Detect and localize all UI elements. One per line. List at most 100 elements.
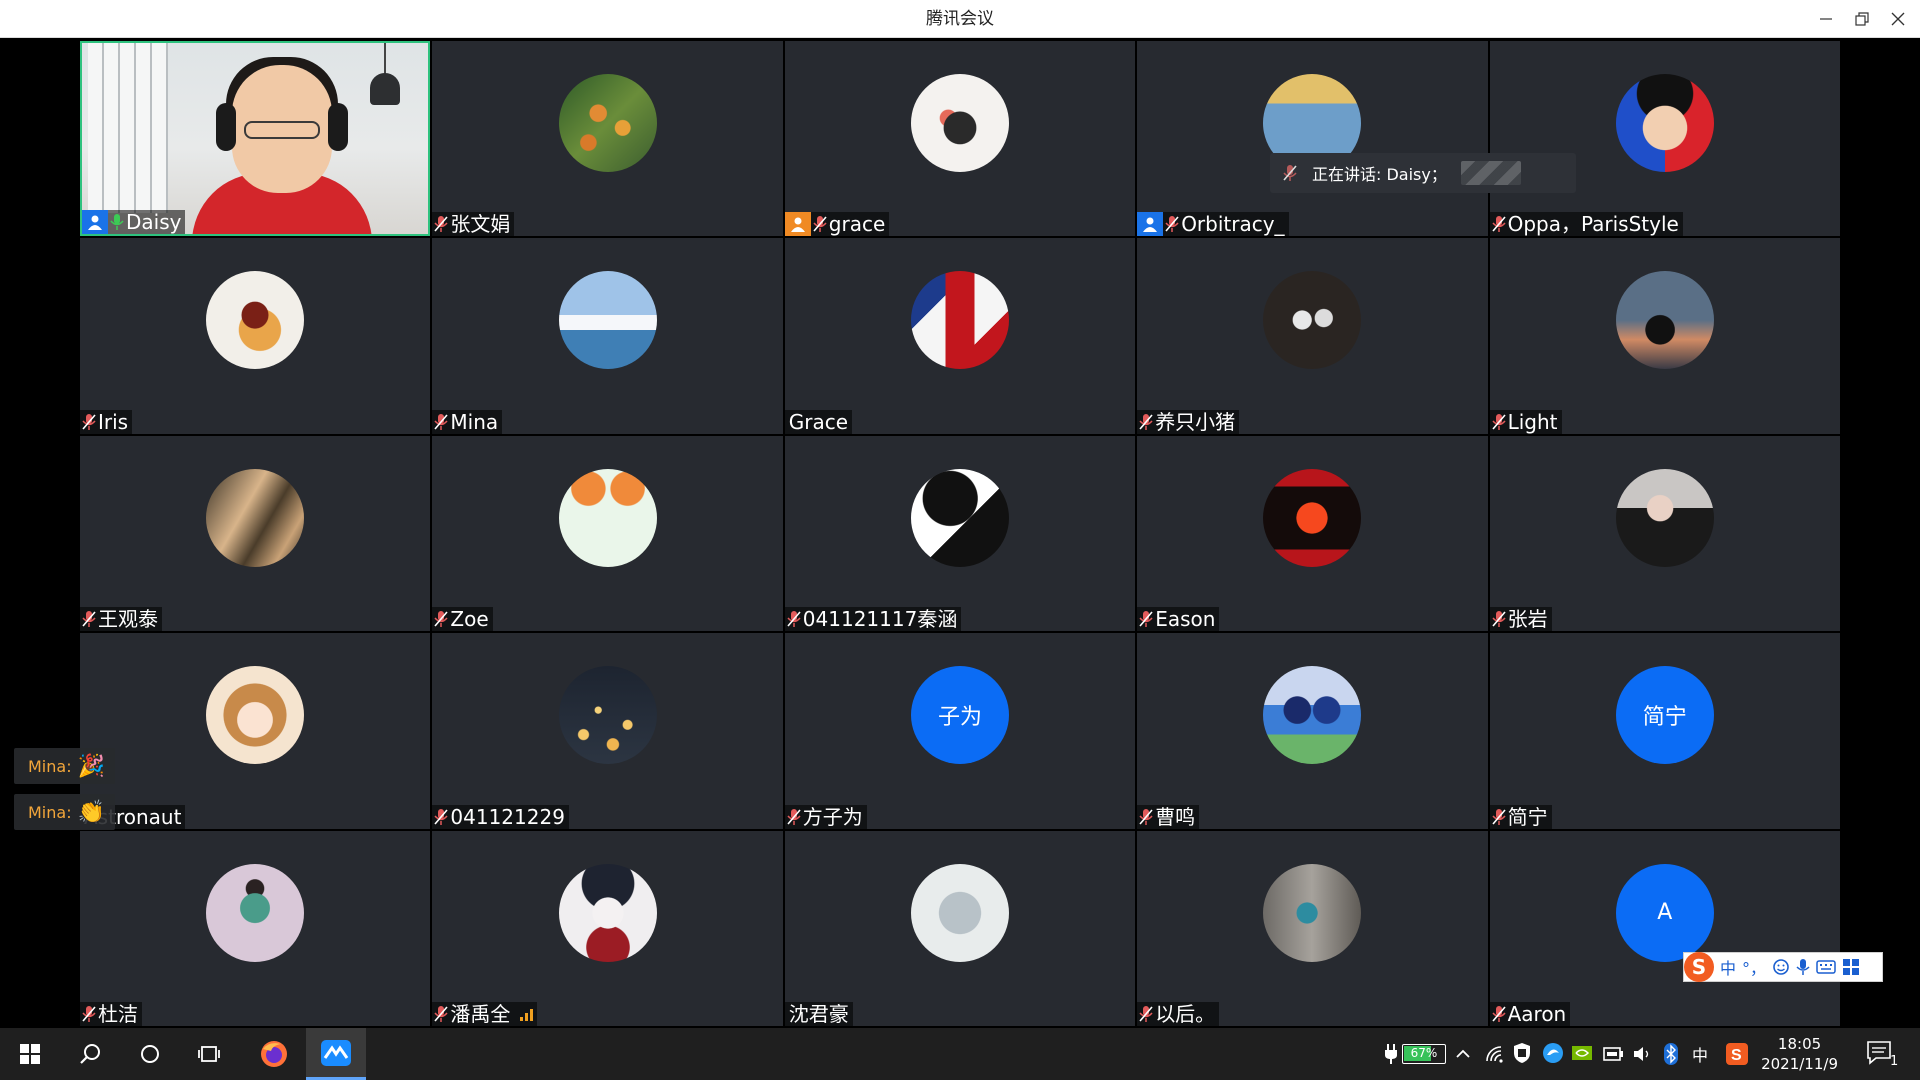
- mic-muted-icon: [787, 611, 801, 628]
- avatar: [206, 666, 305, 765]
- svg-text:S: S: [1731, 1047, 1742, 1064]
- participant-tile[interactable]: Oppa，ParisStyle: [1489, 41, 1840, 237]
- participant-tile[interactable]: 041121229: [432, 633, 783, 829]
- participant-tile[interactable]: Daisy: [80, 41, 431, 237]
- participant-tile[interactable]: 以后。: [1137, 830, 1488, 1026]
- blurred-name: [1460, 161, 1521, 185]
- action-center-button[interactable]: 1: [1866, 1040, 1902, 1070]
- participant-tile[interactable]: Eason: [1137, 435, 1488, 632]
- avatar: [558, 863, 657, 962]
- security-shield-icon[interactable]: [1512, 1042, 1532, 1064]
- avatar: [1263, 666, 1362, 765]
- participant-tile[interactable]: 杜洁: [80, 830, 431, 1026]
- participant-name-label: Daisy: [82, 210, 186, 235]
- mic-muted-icon: [1139, 413, 1153, 430]
- emoji-icon[interactable]: [1772, 958, 1790, 976]
- weak-signal-icon: [520, 1007, 534, 1021]
- voice-input-icon[interactable]: [1796, 958, 1810, 976]
- restore-button[interactable]: [1844, 0, 1880, 38]
- participant-tile[interactable]: 王观泰: [80, 435, 431, 632]
- mic-muted-icon: [434, 413, 448, 430]
- participant-name: Mina: [450, 409, 499, 434]
- minimize-button[interactable]: [1808, 0, 1844, 38]
- participant-tile[interactable]: Light: [1489, 238, 1840, 434]
- minimize-icon: [1820, 18, 1832, 20]
- speaking-indicator: 正在讲话: Daisy；: [1270, 153, 1576, 193]
- mic-muted-icon: [1491, 216, 1506, 233]
- volume-icon[interactable]: [1632, 1044, 1652, 1064]
- system-clock[interactable]: 18:05 2021/11/9: [1761, 1034, 1838, 1074]
- participant-name-label: Mina: [432, 409, 503, 434]
- sogou-tray-icon[interactable]: S: [1726, 1043, 1748, 1065]
- participant-tile[interactable]: 曹鸣: [1137, 633, 1488, 829]
- participant-name-label: Oppa，ParisStyle: [1489, 212, 1683, 237]
- participant-name: Daisy: [126, 210, 182, 235]
- speaking-text: 正在讲话: Daisy；: [1312, 165, 1447, 184]
- search-icon: [80, 1044, 100, 1064]
- participant-tile[interactable]: Astronaut: [80, 633, 431, 829]
- input-language[interactable]: 中: [1692, 1028, 1708, 1080]
- mic-muted-icon: [1491, 1005, 1506, 1022]
- participant-name-label: 以后。: [1137, 1001, 1220, 1026]
- firefox-icon: [261, 1041, 287, 1067]
- ime-mode[interactable]: 中: [1720, 955, 1736, 979]
- sogou-logo-icon[interactable]: S: [1684, 952, 1714, 982]
- avatar: [558, 271, 657, 370]
- participant-name-label: 养只小猪: [1137, 409, 1240, 434]
- participant-name: 简宁: [1507, 804, 1548, 829]
- avatar: [558, 666, 657, 765]
- participant-tile[interactable]: 简宁 简宁: [1489, 633, 1840, 829]
- participant-name-label: 方子为: [784, 804, 867, 829]
- close-button[interactable]: [1880, 0, 1916, 38]
- participant-tile[interactable]: 沈君豪: [784, 830, 1136, 1026]
- participant-name-label: 张文娟: [432, 212, 515, 237]
- keyboard-icon[interactable]: [1816, 959, 1836, 975]
- participant-tile[interactable]: Iris: [80, 238, 431, 434]
- nvidia-icon[interactable]: [1572, 1044, 1592, 1062]
- participant-grid: Daisy 张文娟 grace Orbitracy_ Oppa，ParisStyle Ir…: [80, 41, 1840, 1026]
- start-button[interactable]: [0, 1028, 60, 1080]
- wifi-icon[interactable]: [1484, 1044, 1504, 1064]
- participant-tile[interactable]: A Aaron: [1489, 830, 1840, 1026]
- task-view-button[interactable]: [180, 1028, 240, 1080]
- show-hidden-icons-chevron-icon[interactable]: [1455, 1046, 1471, 1062]
- participant-name-label: Eason: [1137, 607, 1220, 632]
- network-adapter-icon[interactable]: [1602, 1044, 1624, 1064]
- participant-tile[interactable]: 041121117秦涵: [784, 435, 1136, 632]
- participant-tile[interactable]: 张文娟: [432, 41, 783, 237]
- mic-muted-icon: [813, 216, 827, 233]
- participant-tile[interactable]: 子为 方子为: [784, 633, 1136, 829]
- participant-tile[interactable]: Orbitracy_: [1137, 41, 1488, 237]
- participant-tile[interactable]: 潘禹全: [432, 830, 783, 1026]
- participant-tile[interactable]: Zoe: [432, 435, 783, 632]
- ime-punct[interactable]: °，: [1742, 955, 1766, 979]
- toolbox-icon[interactable]: [1842, 958, 1860, 976]
- bluetooth-icon[interactable]: [1664, 1043, 1678, 1065]
- reaction-user: Mina:: [28, 756, 72, 776]
- mic-muted-icon: [1491, 611, 1506, 628]
- participant-tile[interactable]: Mina: [432, 238, 783, 434]
- avatar: [206, 468, 305, 567]
- party-popper-icon: 🎉: [77, 753, 105, 779]
- ime-toolbar[interactable]: S 中 °，: [1683, 952, 1883, 982]
- participant-name: 曹鸣: [1155, 804, 1196, 829]
- participant-tile[interactable]: 养只小猪: [1137, 238, 1488, 434]
- notification-count: 1: [1890, 1054, 1899, 1069]
- participant-tile[interactable]: grace: [784, 41, 1136, 237]
- mic-muted-icon: [1283, 165, 1297, 181]
- battery-indicator[interactable]: 67%: [1402, 1044, 1446, 1064]
- mic-muted-icon: [1165, 216, 1179, 233]
- browser-tray-icon[interactable]: [1542, 1042, 1564, 1064]
- participant-tile[interactable]: Grace: [784, 238, 1136, 434]
- avatar: [206, 271, 305, 370]
- participant-name: 杜洁: [98, 1001, 138, 1026]
- participant-tile[interactable]: 张岩: [1489, 435, 1840, 632]
- tencent-meeting-taskbar-button[interactable]: [306, 1028, 366, 1080]
- cortana-button[interactable]: [120, 1028, 180, 1080]
- participant-name: Orbitracy_: [1181, 212, 1285, 237]
- search-button[interactable]: [60, 1028, 120, 1080]
- host-badge-icon: [82, 210, 108, 235]
- participant-video: [82, 43, 429, 235]
- participant-name: 养只小猪: [1155, 409, 1236, 434]
- firefox-taskbar-button[interactable]: [244, 1028, 304, 1080]
